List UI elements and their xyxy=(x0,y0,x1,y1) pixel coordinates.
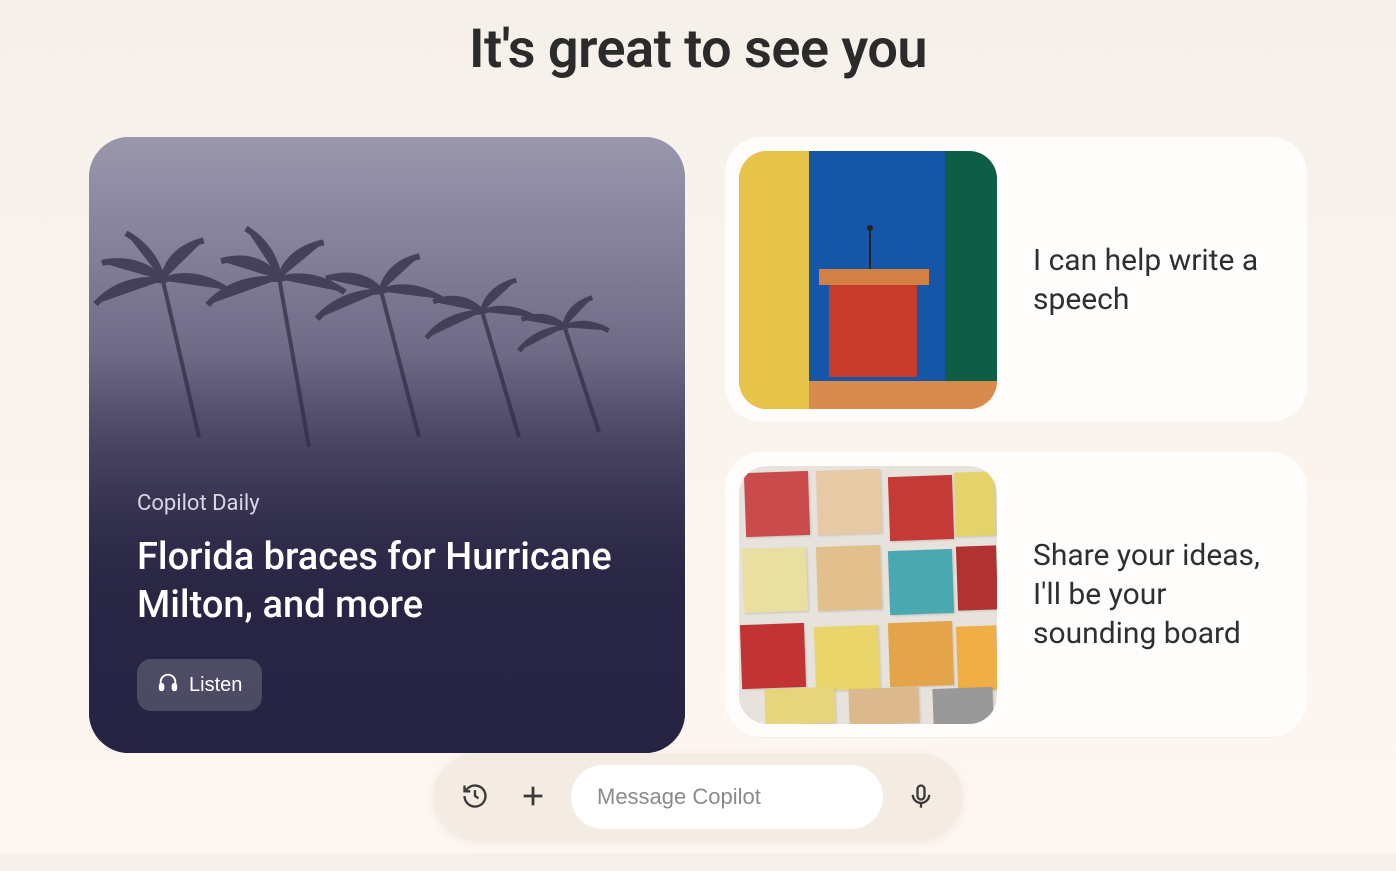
suggestion-column: I can help write a speech Share yo xyxy=(725,137,1307,753)
suggestion-text: I can help write a speech xyxy=(1033,241,1267,319)
headphones-icon xyxy=(157,671,179,699)
suggestion-card-speech[interactable]: I can help write a speech xyxy=(725,137,1307,422)
listen-button[interactable]: Listen xyxy=(137,659,262,711)
listen-label: Listen xyxy=(189,674,242,697)
voice-button[interactable] xyxy=(901,777,941,817)
sticky-notes-thumb xyxy=(739,466,997,724)
hero-eyebrow: Copilot Daily xyxy=(137,491,637,516)
message-input-wrap[interactable] xyxy=(571,765,883,829)
podium-painting-thumb xyxy=(739,151,997,409)
add-button[interactable] xyxy=(513,777,553,817)
suggestion-text: Share your ideas, I'll be your sounding … xyxy=(1033,536,1267,653)
microphone-icon xyxy=(907,782,935,813)
copilot-daily-card[interactable]: Copilot Daily Florida braces for Hurrica… xyxy=(89,137,685,753)
cards-row: Copilot Daily Florida braces for Hurrica… xyxy=(0,137,1396,753)
message-bar xyxy=(433,753,963,841)
suggestion-card-sounding-board[interactable]: Share your ideas, I'll be your sounding … xyxy=(725,452,1307,737)
history-button[interactable] xyxy=(455,777,495,817)
plus-icon xyxy=(519,782,547,813)
message-input[interactable] xyxy=(597,784,857,810)
hero-headline: Florida braces for Hurricane Milton, and… xyxy=(137,534,637,629)
history-icon xyxy=(461,782,489,813)
page-greeting: It's great to see you xyxy=(0,18,1396,81)
